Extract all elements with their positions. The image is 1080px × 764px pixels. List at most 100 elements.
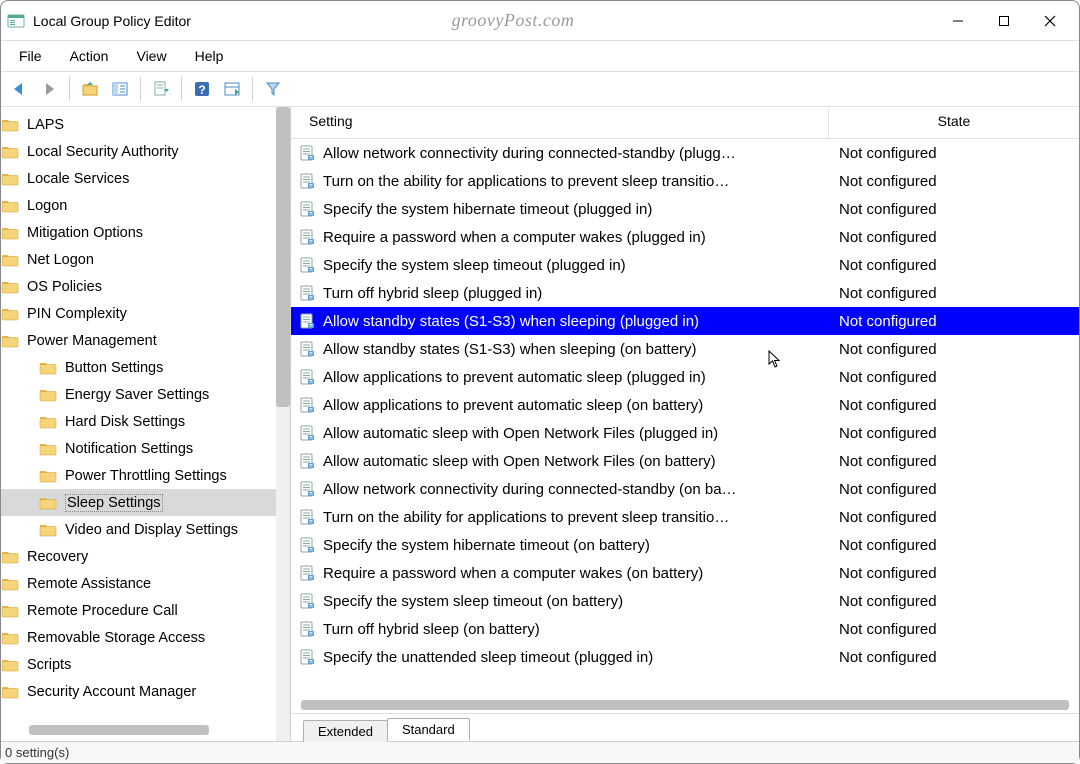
folder-icon [1, 603, 19, 618]
tree-item[interactable]: Video and Display Settings [1, 516, 290, 543]
filter-button[interactable] [259, 75, 287, 103]
tree-item[interactable]: Power Throttling Settings [1, 462, 290, 489]
tree-item[interactable]: Scripts [1, 651, 290, 678]
tree-item[interactable]: Notification Settings [1, 435, 290, 462]
properties-button[interactable] [218, 75, 246, 103]
list-hscroll-thumb[interactable] [301, 700, 1069, 710]
setting-icon [299, 453, 315, 469]
tree-pane[interactable]: LAPSLocal Security AuthorityLocale Servi… [1, 107, 291, 741]
setting-icon [299, 397, 315, 413]
setting-row[interactable]: Allow automatic sleep with Open Network … [291, 419, 1079, 447]
setting-state: Not configured [839, 453, 1071, 470]
help-button[interactable]: ? [188, 75, 216, 103]
setting-state: Not configured [839, 425, 1071, 442]
tree-item-label: Removable Storage Access [27, 630, 205, 646]
tree-item[interactable]: Remote Assistance [1, 570, 290, 597]
setting-row[interactable]: Allow standby states (S1-S3) when sleepi… [291, 307, 1079, 335]
setting-row[interactable]: Turn on the ability for applications to … [291, 503, 1079, 531]
folder-icon [39, 522, 57, 537]
setting-icon [299, 481, 315, 497]
tree-item[interactable]: Security Account Manager [1, 678, 290, 705]
tab-extended[interactable]: Extended [303, 720, 388, 742]
setting-row[interactable]: Specify the unattended sleep timeout (pl… [291, 643, 1079, 671]
folder-icon [1, 252, 19, 267]
tree-item[interactable]: Power Management [1, 327, 290, 354]
setting-row[interactable]: Turn off hybrid sleep (on battery)Not co… [291, 615, 1079, 643]
setting-name: Turn off hybrid sleep (on battery) [323, 621, 839, 638]
tree-item-label: Remote Procedure Call [27, 603, 178, 619]
show-hide-tree-button[interactable] [106, 75, 134, 103]
setting-row[interactable]: Turn off hybrid sleep (plugged in)Not co… [291, 279, 1079, 307]
menu-bar: File Action View Help [1, 41, 1079, 71]
menu-file[interactable]: File [7, 44, 54, 68]
setting-name: Allow network connectivity during connec… [323, 481, 839, 498]
folder-icon [39, 468, 57, 483]
setting-row[interactable]: Allow standby states (S1-S3) when sleepi… [291, 335, 1079, 363]
folder-icon [39, 414, 57, 429]
maximize-button[interactable] [981, 5, 1027, 37]
tree-vscroll-thumb[interactable] [276, 107, 290, 407]
tree-item[interactable]: Net Logon [1, 246, 290, 273]
tree-item[interactable]: Button Settings [1, 354, 290, 381]
setting-row[interactable]: Specify the system sleep timeout (plugge… [291, 251, 1079, 279]
tree-item-label: Power Management [27, 333, 157, 349]
tree-item[interactable]: Energy Saver Settings [1, 381, 290, 408]
tree-item-label: Video and Display Settings [65, 522, 238, 538]
list-body[interactable]: Allow network connectivity during connec… [291, 139, 1079, 713]
list-header: Setting State [291, 107, 1079, 139]
column-setting[interactable]: Setting [299, 107, 829, 138]
setting-icon [299, 425, 315, 441]
setting-row[interactable]: Turn on the ability for applications to … [291, 167, 1079, 195]
setting-row[interactable]: Require a password when a computer wakes… [291, 223, 1079, 251]
setting-icon [299, 201, 315, 217]
folder-icon [1, 225, 19, 240]
setting-row[interactable]: Specify the system hibernate timeout (on… [291, 531, 1079, 559]
tree-item[interactable]: Mitigation Options [1, 219, 290, 246]
setting-state: Not configured [839, 229, 1071, 246]
tree-item[interactable]: OS Policies [1, 273, 290, 300]
titlebar: Local Group Policy Editor groovyPost.com [1, 1, 1079, 41]
tree-item[interactable]: PIN Complexity [1, 300, 290, 327]
tree-item[interactable]: Removable Storage Access [1, 624, 290, 651]
tree-item-label: Button Settings [65, 360, 163, 376]
tree-item[interactable]: Recovery [1, 543, 290, 570]
setting-row[interactable]: Require a password when a computer wakes… [291, 559, 1079, 587]
setting-state: Not configured [839, 593, 1071, 610]
menu-view[interactable]: View [124, 44, 178, 68]
setting-name: Turn off hybrid sleep (plugged in) [323, 285, 839, 302]
tree-hscroll-thumb[interactable] [29, 725, 209, 735]
tree-item[interactable]: Locale Services [1, 165, 290, 192]
minimize-button[interactable] [935, 5, 981, 37]
column-state[interactable]: State [829, 107, 1079, 138]
close-button[interactable] [1027, 5, 1073, 37]
setting-name: Specify the system hibernate timeout (on… [323, 537, 839, 554]
setting-name: Turn on the ability for applications to … [323, 173, 839, 190]
tree-item[interactable]: LAPS [1, 111, 290, 138]
menu-help[interactable]: Help [183, 44, 236, 68]
export-list-button[interactable] [147, 75, 175, 103]
setting-row[interactable]: Specify the system sleep timeout (on bat… [291, 587, 1079, 615]
up-folder-button[interactable] [76, 75, 104, 103]
setting-name: Allow applications to prevent automatic … [323, 369, 839, 386]
setting-row[interactable]: Allow network connectivity during connec… [291, 475, 1079, 503]
tree-item[interactable]: Logon [1, 192, 290, 219]
setting-state: Not configured [839, 369, 1071, 386]
back-button[interactable] [5, 75, 33, 103]
folder-icon [1, 684, 19, 699]
setting-name: Specify the system hibernate timeout (pl… [323, 201, 839, 218]
tree-vscroll-track[interactable] [276, 107, 290, 741]
setting-row[interactable]: Specify the system hibernate timeout (pl… [291, 195, 1079, 223]
menu-action[interactable]: Action [58, 44, 121, 68]
tree-item-label: Energy Saver Settings [65, 387, 209, 403]
setting-row[interactable]: Allow applications to prevent automatic … [291, 363, 1079, 391]
tree-item[interactable]: Hard Disk Settings [1, 408, 290, 435]
tree-item[interactable]: Local Security Authority [1, 138, 290, 165]
folder-icon [1, 333, 19, 348]
tab-standard[interactable]: Standard [387, 718, 470, 741]
setting-row[interactable]: Allow applications to prevent automatic … [291, 391, 1079, 419]
tree-item[interactable]: Sleep Settings [1, 489, 290, 516]
forward-button[interactable] [35, 75, 63, 103]
setting-row[interactable]: Allow automatic sleep with Open Network … [291, 447, 1079, 475]
setting-row[interactable]: Allow network connectivity during connec… [291, 139, 1079, 167]
tree-item[interactable]: Remote Procedure Call [1, 597, 290, 624]
